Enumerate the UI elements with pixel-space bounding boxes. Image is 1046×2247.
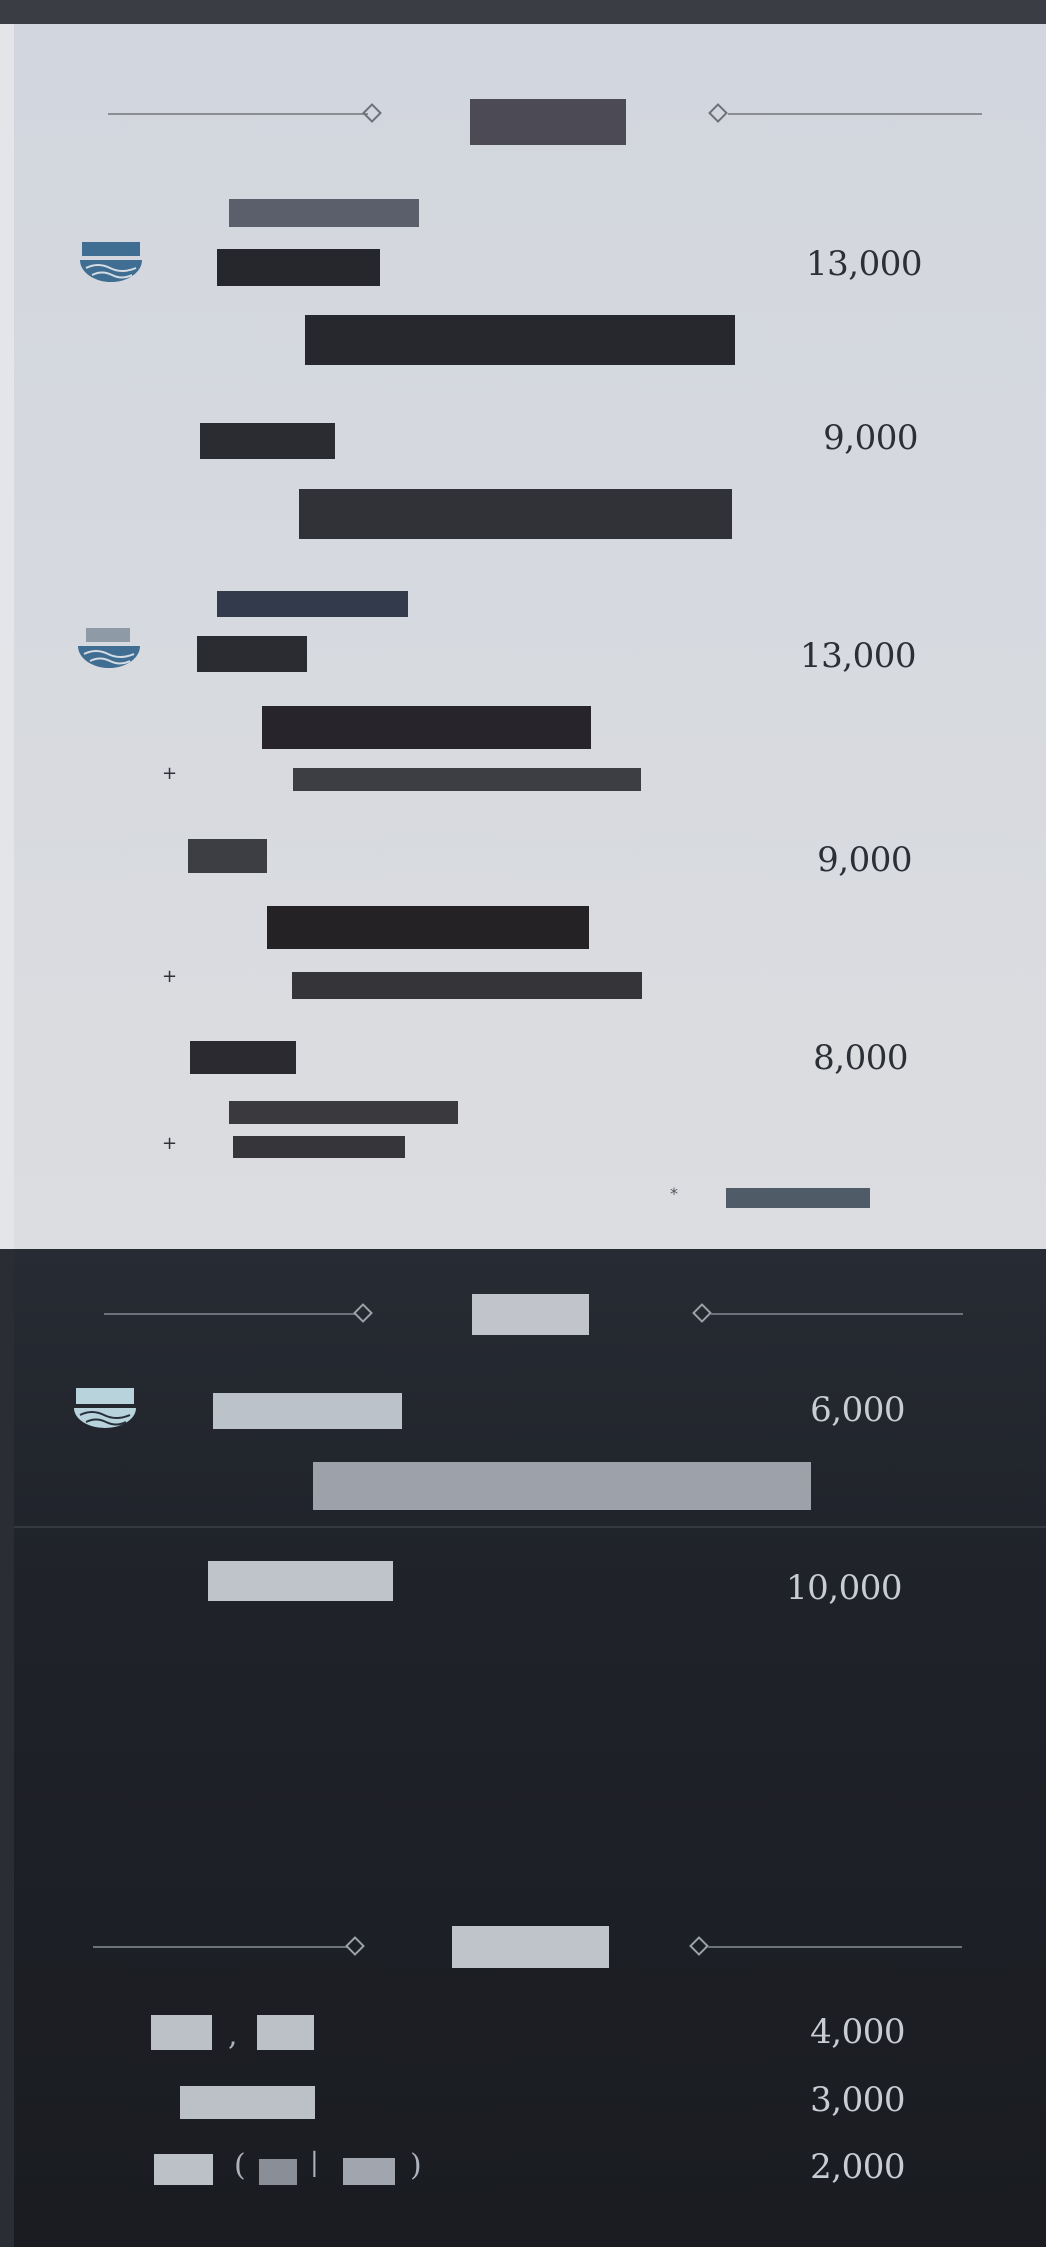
item-name-redacted: [213, 1393, 402, 1429]
item-description-redacted: [262, 706, 591, 749]
add-on-redacted: [292, 972, 642, 999]
item-name-redacted: [200, 423, 335, 459]
section-title-redacted: [470, 99, 626, 145]
item-label-redacted: [217, 591, 408, 617]
bowl-wave-icon: [78, 628, 140, 668]
header-ornament-line-left: [93, 1946, 348, 1948]
header-ornament-line-right: [708, 1946, 962, 1948]
section-title-redacted: [452, 1926, 609, 1968]
left-edge: [0, 24, 14, 1249]
add-on-redacted: [293, 768, 641, 791]
bowl-wave-icon: [74, 1388, 136, 1428]
item-price: 9,000: [823, 418, 918, 458]
item-name-redacted: [180, 2086, 315, 2119]
add-on-plus-mark: +: [162, 966, 178, 987]
item-label-redacted: [229, 199, 419, 227]
item-description-redacted: [305, 315, 735, 365]
item-name-redacted: [154, 2154, 213, 2185]
menu-page: 13,000 9,000 13,000 + 9,000 + 8,000 + * …: [0, 0, 1046, 2247]
page-fold: [14, 1526, 1046, 1528]
top-bar: [0, 0, 1046, 24]
item-description-redacted: [267, 906, 589, 949]
section-title-redacted: [472, 1294, 589, 1335]
header-ornament-line-left: [108, 113, 368, 115]
left-edge-dark: [0, 1249, 14, 2247]
name-separator: ,: [228, 2018, 238, 2053]
option-divider: |: [310, 2148, 319, 2178]
add-on-label-redacted: [229, 1101, 458, 1124]
item-name-redacted: [190, 1041, 296, 1074]
header-ornament-line-left: [104, 1313, 356, 1315]
item-price: 8,000: [813, 1038, 908, 1078]
item-name-redacted: [208, 1561, 393, 1601]
item-price: 10,000: [786, 1568, 902, 1608]
footnote-redacted: [726, 1188, 870, 1208]
item-option-redacted: [343, 2158, 395, 2185]
item-price: 3,000: [810, 2080, 905, 2120]
item-price: 13,000: [800, 636, 916, 676]
item-price: 13,000: [806, 244, 922, 284]
close-paren: ): [410, 2148, 422, 2183]
open-paren: (: [234, 2148, 246, 2183]
footnote-mark: *: [670, 1184, 678, 1203]
item-price: 2,000: [810, 2147, 905, 2187]
item-price: 6,000: [810, 1390, 905, 1430]
item-description-redacted: [313, 1462, 811, 1510]
item-name-redacted: [217, 249, 380, 286]
item-name-redacted: [197, 636, 307, 672]
header-ornament-line-right: [728, 113, 982, 115]
item-name-redacted: [257, 2015, 314, 2050]
item-name-redacted: [151, 2015, 212, 2050]
bowl-wave-icon: [80, 242, 142, 282]
item-description-redacted: [299, 489, 732, 539]
add-on-plus-mark: +: [162, 763, 178, 784]
add-on-redacted: [233, 1136, 405, 1158]
item-price: 9,000: [817, 840, 912, 880]
item-name-redacted: [188, 839, 267, 873]
item-option-redacted: [259, 2159, 297, 2185]
add-on-plus-mark: +: [162, 1133, 178, 1154]
header-ornament-line-right: [711, 1313, 963, 1315]
item-price: 4,000: [810, 2012, 905, 2052]
